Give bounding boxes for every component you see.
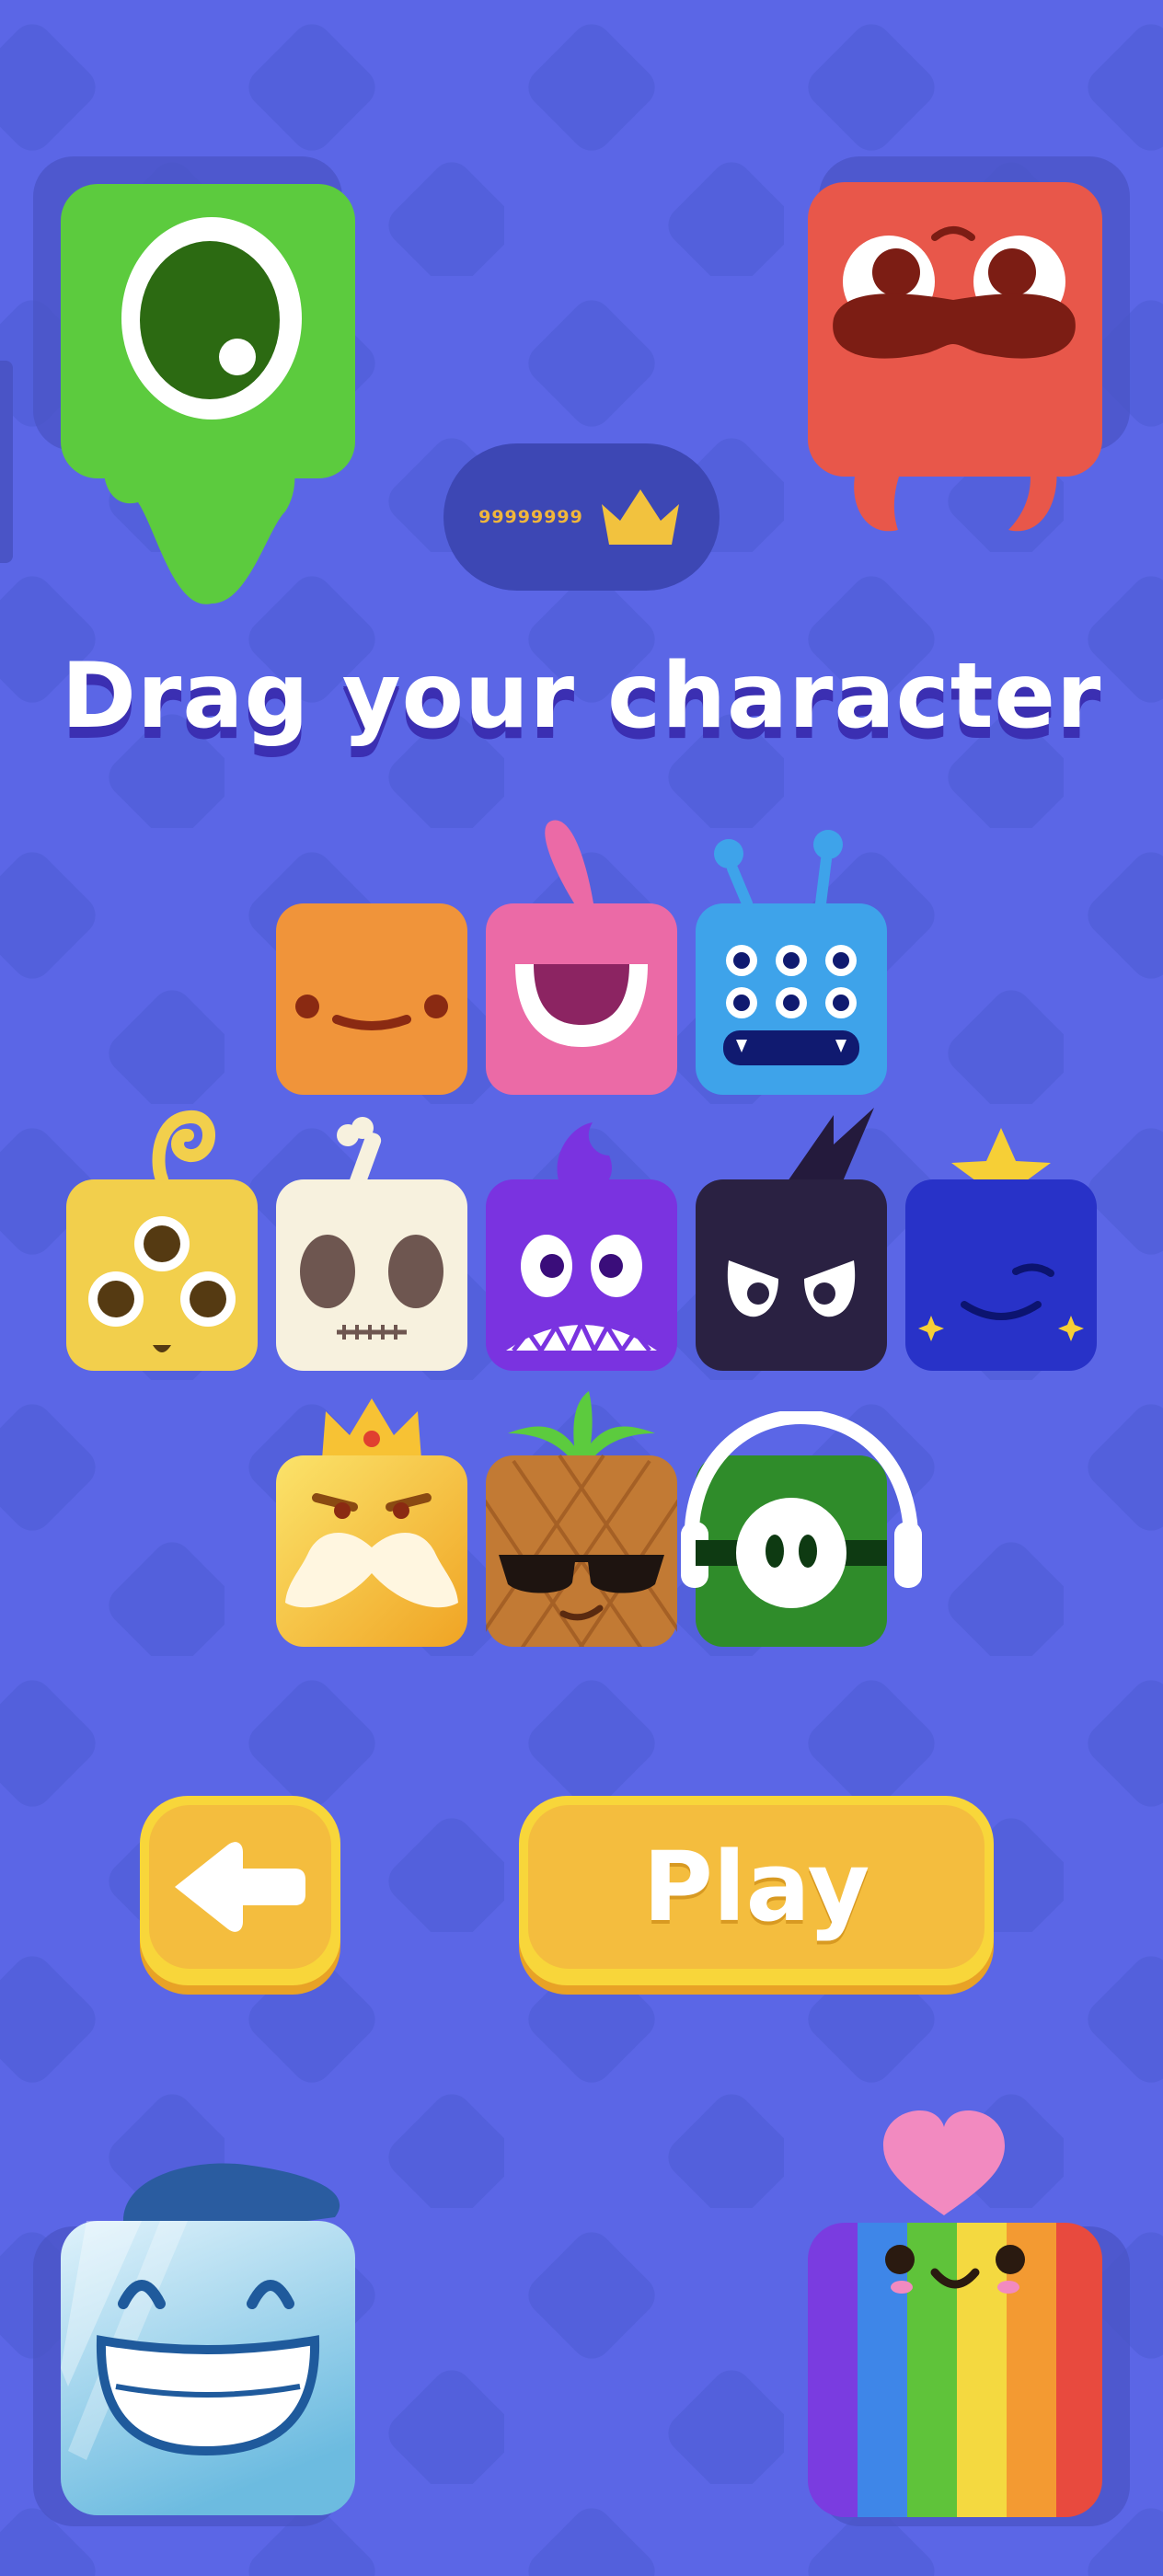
- character-purple-fangs[interactable]: [486, 1119, 677, 1371]
- character-dark-ninja[interactable]: [696, 1104, 887, 1371]
- character-yellow-three-eyes[interactable]: [66, 1106, 258, 1371]
- arrow-left-icon: [175, 1842, 305, 1932]
- character-rainbow-heart[interactable]: [806, 2107, 1104, 2519]
- crown-icon: [601, 489, 679, 545]
- character-blue-six-eyes[interactable]: [696, 822, 887, 1095]
- character-skull-bone[interactable]: [276, 1115, 467, 1371]
- character-red-mustache[interactable]: [806, 180, 1110, 539]
- play-button-label: Play: [642, 1831, 870, 1943]
- page-title: Drag your character: [61, 644, 1102, 749]
- side-panel-handle[interactable]: [0, 361, 13, 563]
- character-king-mustache[interactable]: [276, 1389, 467, 1647]
- high-score-badge: 99999999: [443, 443, 720, 591]
- character-orange-smile[interactable]: [276, 903, 467, 1095]
- high-score-value: 99999999: [478, 507, 583, 527]
- play-button[interactable]: Play: [519, 1796, 994, 1985]
- back-button-face: [149, 1805, 331, 1969]
- play-button-face: Play: [528, 1805, 985, 1969]
- character-green-headphones[interactable]: [677, 1411, 924, 1647]
- character-green-cyclops[interactable]: [55, 180, 368, 613]
- back-button[interactable]: [140, 1796, 340, 1985]
- character-navy-star[interactable]: [905, 1124, 1097, 1371]
- character-pink-cyclops[interactable]: [486, 817, 677, 1095]
- character-ice-grin[interactable]: [59, 2156, 357, 2517]
- character-pineapple-shades[interactable]: [486, 1387, 677, 1647]
